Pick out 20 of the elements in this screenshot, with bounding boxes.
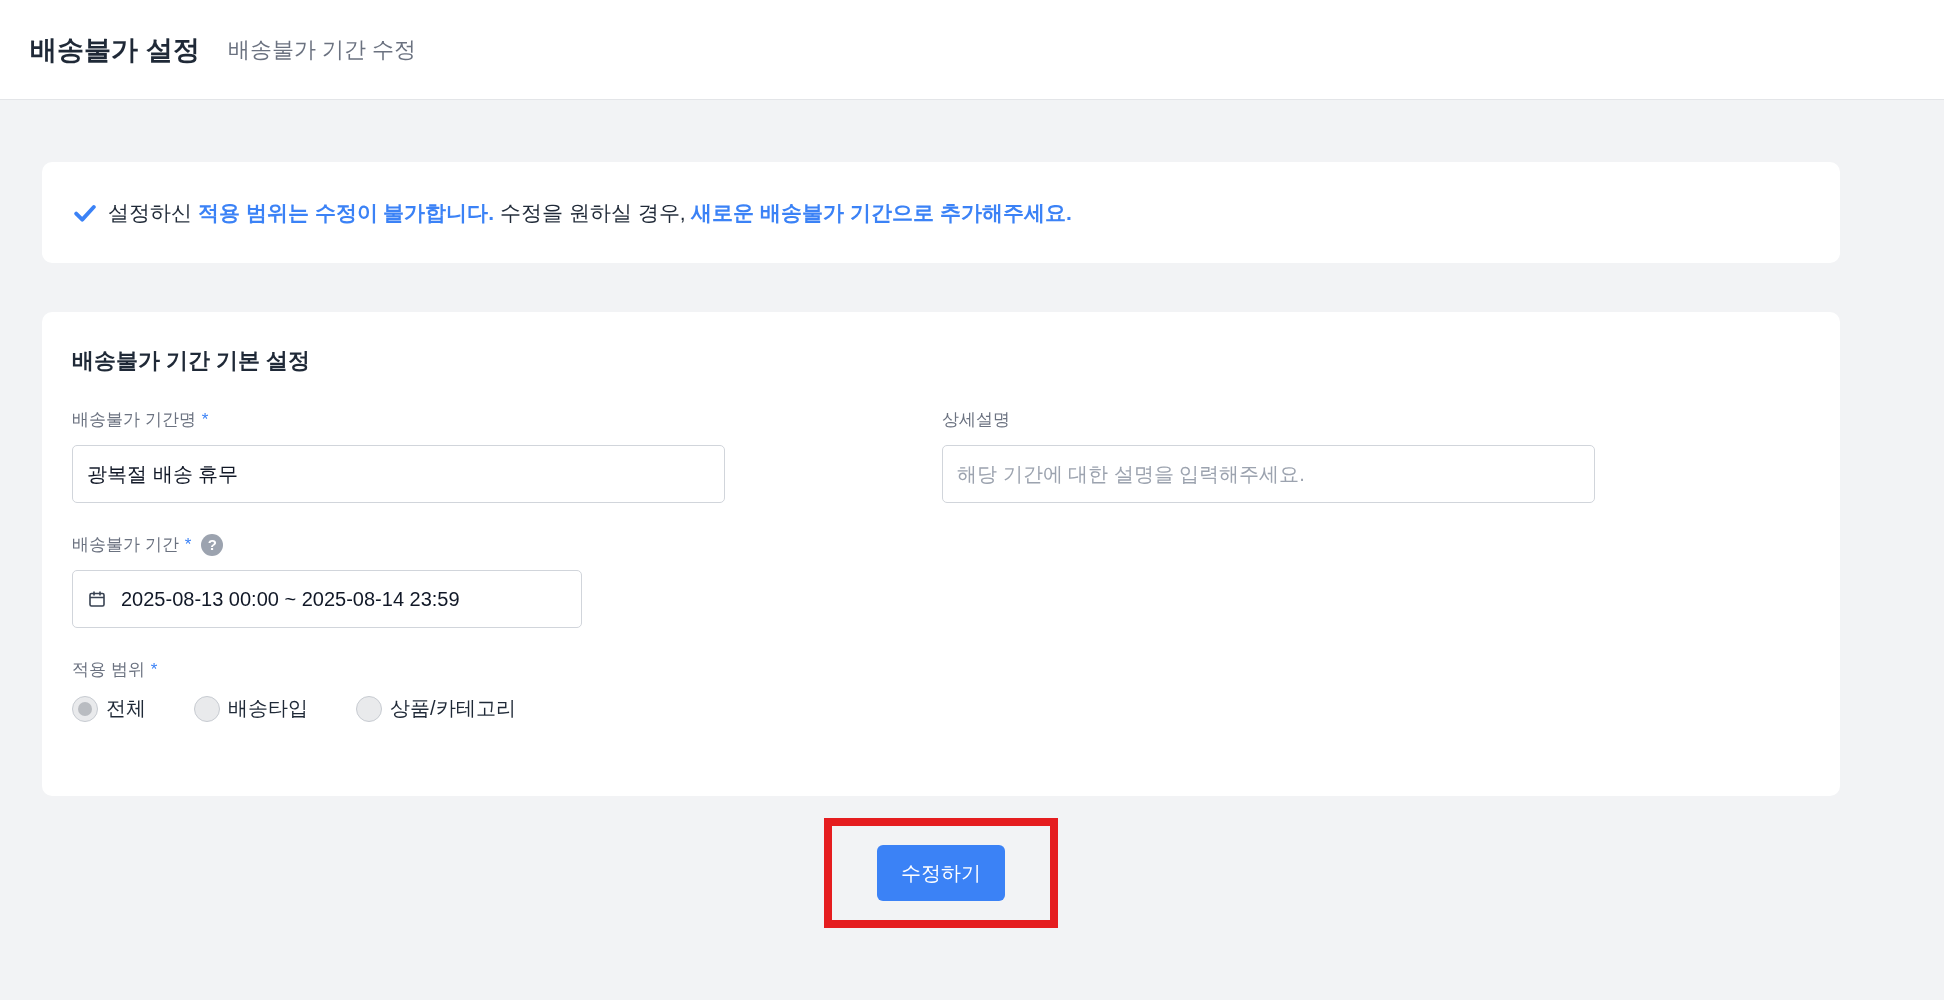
section-title: 배송불가 기간 기본 설정 xyxy=(72,347,312,375)
required-mark: * xyxy=(184,534,192,555)
notice-text: 설정하신 적용 범위는 수정이 불가합니다. 수정을 원하실 경우, 새로운 배송불가 기간으로 추가해주세요. xyxy=(108,199,1072,226)
required-mark: * xyxy=(201,409,209,430)
page-title: 배송불가 설정 xyxy=(30,33,200,67)
calendar-icon xyxy=(87,589,107,609)
field-label: 적용 범위 xyxy=(72,659,145,681)
date-range-field[interactable]: 2025-08-13 00:00 ~ 2025-08-14 23:59 xyxy=(72,570,582,628)
name-input-field[interactable]: 광복절 배송 휴무 xyxy=(72,445,725,503)
checkmark-icon xyxy=(74,203,96,222)
radio-label: 상품/카테고리 xyxy=(390,696,516,721)
radio-label: 배송타입 xyxy=(228,696,308,721)
radio-label: 전체 xyxy=(106,696,146,721)
field-label: 배송불가 기간명 xyxy=(72,409,196,431)
description-input-field[interactable]: 해당 기간에 대한 설명을 입력해주세요. xyxy=(942,445,1595,503)
page-subtitle: 배송불가 기간 수정 xyxy=(227,35,416,64)
required-mark: * xyxy=(150,659,158,680)
submit-button[interactable]: 수정하기 xyxy=(877,845,1005,901)
field-label: 배송불가 기간 xyxy=(72,534,179,556)
field-label: 상세설명 xyxy=(942,409,1010,431)
